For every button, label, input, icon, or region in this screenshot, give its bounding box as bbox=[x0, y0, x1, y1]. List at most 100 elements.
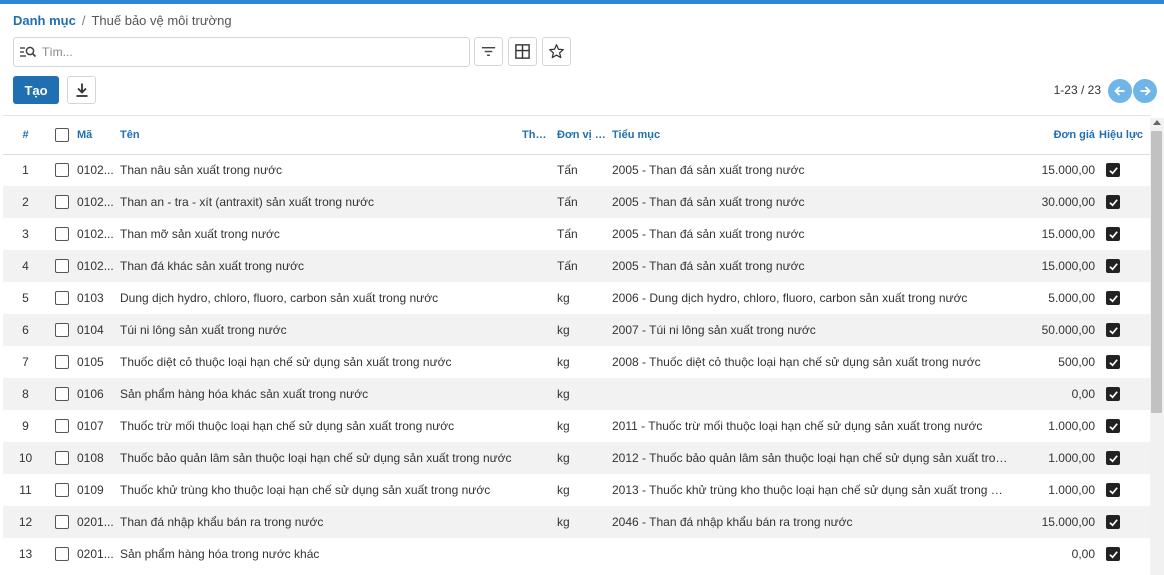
row-price: 1.000,00 bbox=[1010, 442, 1097, 474]
table-row[interactable]: 3 0102... Than mỡ sản xuất trong nước Tấn 20… bbox=[3, 218, 1150, 250]
row-price: 1.000,00 bbox=[1048, 483, 1095, 497]
table-row[interactable]: 9 0107 Thuốc trừ mối thuộc loại hạn chế sử… bbox=[3, 410, 1150, 442]
download-button[interactable] bbox=[67, 76, 96, 104]
row-unit: kg bbox=[555, 506, 610, 538]
filter-button[interactable] bbox=[474, 37, 503, 66]
scrollbar-thumb[interactable] bbox=[1151, 131, 1162, 413]
column-header-belongs[interactable]: Thuộc bbox=[520, 116, 555, 155]
row-belongs bbox=[520, 538, 555, 570]
row-name: Than đá khác sản xuất trong nước bbox=[118, 250, 520, 282]
row-item: 2008 - Thuốc diệt cỏ thuộc loại hạn chế … bbox=[612, 355, 981, 369]
row-unit: Tấn bbox=[557, 163, 578, 178]
column-header-active[interactable]: Hiệu lực bbox=[1097, 116, 1150, 155]
row-index: 4 bbox=[3, 250, 48, 282]
row-index: 13 bbox=[18, 547, 33, 561]
row-checkbox[interactable] bbox=[54, 163, 69, 178]
pagination-range: 1-23 / 23 bbox=[1053, 83, 1101, 97]
row-index: 7 bbox=[22, 355, 29, 369]
table-row[interactable]: 11 0109 Thuốc khử trùng kho thuộc loại hạn… bbox=[3, 474, 1150, 506]
row-checkbox[interactable] bbox=[54, 515, 69, 529]
favorite-button[interactable] bbox=[542, 37, 571, 66]
column-header-code[interactable]: Mã bbox=[75, 116, 118, 155]
row-index: 11 bbox=[19, 483, 32, 497]
table-row[interactable]: 4 0102... Than đá khác sản xuất trong nước… bbox=[3, 250, 1150, 282]
row-name: Sản phẩm hàng hóa khác sản xuất trong nư… bbox=[118, 378, 520, 410]
row-name: Sản phẩm hàng hóa trong nước khác bbox=[120, 547, 320, 561]
table-row[interactable]: 10 0108 Thuốc bảo quản lâm sản thuộc loại … bbox=[3, 442, 1150, 474]
row-active-cell bbox=[1097, 474, 1150, 506]
row-active-cell bbox=[1097, 218, 1150, 250]
download-icon bbox=[76, 83, 87, 97]
row-select-cell bbox=[48, 538, 75, 570]
active-checkmark-icon bbox=[1106, 227, 1120, 241]
row-checkbox[interactable] bbox=[54, 419, 69, 433]
column-header-name[interactable]: Tên bbox=[118, 116, 520, 155]
row-name: Than an - tra - xít (antraxit) sản xuất … bbox=[118, 186, 520, 218]
table-row[interactable]: 7 0105 Thuốc diệt cỏ thuộc loại hạn chế sử… bbox=[3, 346, 1150, 378]
row-code: 0102... bbox=[75, 186, 118, 218]
table-row[interactable]: 1 0102... Than nâu sản xuất trong nước Tấn 2… bbox=[3, 154, 1150, 186]
row-price: 15.000,00 bbox=[1041, 227, 1095, 241]
table-row[interactable]: 6 0104 Túi ni lông sản xuất trong nước kg 20… bbox=[3, 314, 1150, 346]
active-checkmark-icon bbox=[1106, 451, 1120, 465]
active-checkmark-icon bbox=[1106, 483, 1120, 497]
row-index: 10 bbox=[3, 442, 48, 474]
row-name: Dung dịch hydro, chloro, fluoro, carbon … bbox=[120, 291, 439, 305]
table-row[interactable]: 2 0102... Than an - tra - xít (antraxit) s… bbox=[3, 186, 1150, 218]
row-select-cell bbox=[48, 154, 75, 186]
row-name: Thuốc trừ mối thuộc loại hạn chế sử dụng… bbox=[120, 419, 455, 433]
vertical-scrollbar[interactable] bbox=[1150, 118, 1164, 575]
active-checkmark-icon bbox=[1106, 547, 1120, 561]
row-item bbox=[610, 378, 1010, 410]
search-input[interactable] bbox=[42, 42, 462, 62]
row-code: 0109 bbox=[77, 483, 104, 497]
row-belongs bbox=[520, 474, 555, 506]
row-item: 2005 - Than đá sản xuất trong nước bbox=[610, 186, 1010, 218]
table-row[interactable]: 5 0103 Dung dịch hydro, chloro, fluoro, ca… bbox=[3, 282, 1150, 314]
top-accent-bar bbox=[0, 0, 1164, 4]
row-unit bbox=[555, 538, 610, 570]
row-checkbox[interactable] bbox=[54, 547, 69, 561]
column-header-price[interactable]: Đơn giá bbox=[1010, 116, 1097, 155]
column-header-unit[interactable]: Đơn vị tí... bbox=[555, 116, 610, 155]
row-select-cell bbox=[48, 346, 75, 378]
row-checkbox[interactable] bbox=[54, 195, 69, 209]
row-select-cell bbox=[48, 250, 75, 282]
row-name: Thuốc khử trùng kho thuộc loại hạn chế s… bbox=[120, 483, 491, 497]
table-row[interactable]: 12 0201... Than đá nhập khẩu bán ra trong … bbox=[3, 506, 1150, 538]
table-row[interactable]: 8 0106 Sản phẩm hàng hóa khác sản xuất tro… bbox=[3, 378, 1150, 410]
row-item: 2006 - Dung dịch hydro, chloro, fluoro, … bbox=[612, 291, 968, 305]
row-checkbox[interactable] bbox=[54, 387, 69, 401]
row-checkbox[interactable] bbox=[54, 227, 69, 241]
row-checkbox[interactable] bbox=[54, 451, 69, 465]
row-active-cell bbox=[1097, 186, 1150, 218]
scroll-up-arrow-icon[interactable] bbox=[1153, 120, 1161, 125]
row-price: 1.000,00 bbox=[1048, 419, 1095, 433]
row-code: 0102... bbox=[75, 250, 118, 282]
row-checkbox[interactable] bbox=[54, 483, 69, 497]
previous-page-button[interactable] bbox=[1108, 79, 1132, 103]
row-checkbox[interactable] bbox=[54, 291, 69, 305]
row-code: 0106 bbox=[75, 378, 118, 410]
table-row[interactable]: 13 0201... Sản phẩm hàng hóa trong nước kh… bbox=[3, 538, 1150, 570]
column-header-item[interactable]: Tiểu mục bbox=[610, 116, 1010, 155]
create-button[interactable]: Tạo bbox=[13, 76, 59, 104]
row-checkbox[interactable] bbox=[54, 355, 69, 369]
row-item: 2013 - Thuốc khử trùng kho thuộc loại hạ… bbox=[612, 483, 1010, 497]
select-all-checkbox[interactable] bbox=[54, 127, 69, 142]
row-checkbox[interactable] bbox=[54, 323, 69, 337]
row-select-cell bbox=[48, 378, 75, 410]
row-price: 15.000,00 bbox=[1041, 163, 1095, 178]
row-price: 0,00 bbox=[1010, 378, 1097, 410]
breadcrumb-root-link[interactable]: Danh mục bbox=[13, 13, 76, 28]
grid-layout-button[interactable] bbox=[508, 37, 537, 66]
row-active-cell bbox=[1097, 282, 1150, 314]
active-checkmark-icon bbox=[1106, 419, 1120, 433]
search-box[interactable] bbox=[13, 37, 470, 67]
data-table: # Mã Tên Thuộc Đơn vị tí... Tiểu mục Đơn… bbox=[3, 116, 1150, 570]
row-price: 0,00 bbox=[1071, 547, 1095, 561]
next-page-button[interactable] bbox=[1133, 79, 1157, 103]
row-code: 0105 bbox=[77, 355, 104, 369]
row-price: 15.000,00 bbox=[1010, 506, 1097, 538]
row-checkbox[interactable] bbox=[54, 259, 69, 273]
